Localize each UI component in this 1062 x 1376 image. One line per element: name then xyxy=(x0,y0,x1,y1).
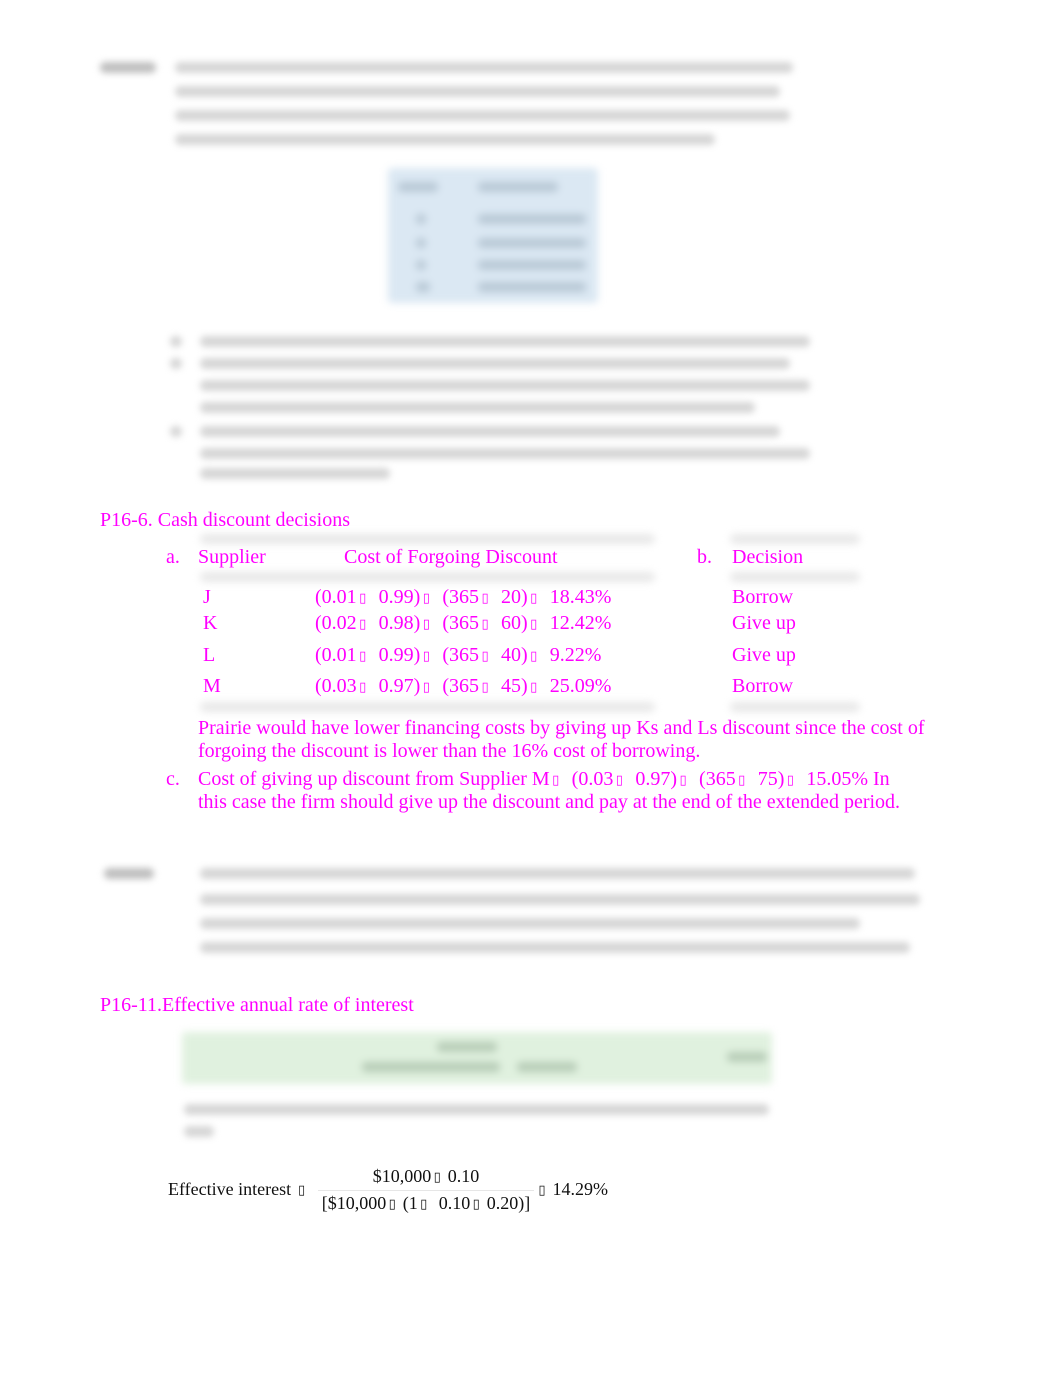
operator-glyph: ▯ xyxy=(552,773,560,788)
cost-formula-cell: (0.01 ▯ 0.99) ▯ (365 ▯ 40) ▯ 9.22% xyxy=(315,644,602,666)
problem-text-line xyxy=(175,134,715,145)
equals-glyph: ▯ xyxy=(298,1183,306,1198)
operator-glyph: ▯ xyxy=(433,1170,441,1185)
problem-label-blur xyxy=(100,62,156,73)
operator-glyph: ▯ xyxy=(530,649,538,664)
operator-glyph: ▯ xyxy=(420,1197,428,1212)
section-heading-p16-11: P16-11.Effective annual rate of interest xyxy=(100,994,414,1016)
cost-formula-cell: (0.03 ▯ 0.97) ▯ (365 ▯ 45) ▯ 25.09% xyxy=(315,675,612,697)
problem-text-line xyxy=(200,942,910,953)
decision-cell: Give up xyxy=(732,644,796,666)
part-a-marker: a. xyxy=(166,546,180,568)
problem-text-line xyxy=(175,86,780,97)
operator-glyph: ▯ xyxy=(422,617,430,632)
equals-glyph: ▯ xyxy=(538,1183,546,1198)
part-c-text: this case the firm should give up the di… xyxy=(198,791,901,813)
column-header-supplier: Supplier xyxy=(198,546,266,568)
operator-glyph: ▯ xyxy=(481,680,489,695)
operator-glyph: ▯ xyxy=(481,591,489,606)
operator-glyph: ▯ xyxy=(530,617,538,632)
problem-label-blur xyxy=(104,868,154,879)
table-rule xyxy=(730,572,860,582)
operator-glyph: ▯ xyxy=(679,773,687,788)
supplier-cell: M xyxy=(203,675,221,697)
operator-glyph: ▯ xyxy=(530,680,538,695)
decision-cell: Give up xyxy=(732,612,796,634)
operator-glyph: ▯ xyxy=(359,617,367,632)
column-header-cost: Cost of Forgoing Discount xyxy=(344,546,558,568)
operator-glyph: ▯ xyxy=(422,591,430,606)
supplier-cell: J xyxy=(203,586,211,608)
part-c-marker: c. xyxy=(166,768,180,790)
supplier-cell: K xyxy=(203,612,218,634)
operator-glyph: ▯ xyxy=(388,1197,396,1212)
problem-text-line xyxy=(200,918,860,929)
operator-glyph: ▯ xyxy=(422,680,430,695)
cost-formula-cell: (0.01 ▯ 0.99) ▯ (365 ▯ 20) ▯ 18.43% xyxy=(315,586,612,608)
table-rule xyxy=(200,534,655,544)
blurred-questions-1 xyxy=(170,330,820,480)
operator-glyph: ▯ xyxy=(472,1197,480,1212)
blurred-problem-statement-2 xyxy=(100,866,930,961)
fraction-numerator: $10,000 ▯ 0.10 xyxy=(372,1166,480,1186)
table-rule xyxy=(200,702,655,712)
part-b-marker: b. xyxy=(697,546,712,568)
part-c-text: Cost of giving up discount from Supplier… xyxy=(198,768,890,790)
operator-glyph: ▯ xyxy=(422,649,430,664)
blurred-problem-statement-1 xyxy=(100,58,800,148)
decision-cell: Borrow xyxy=(732,675,794,697)
problem-text-line xyxy=(200,868,915,879)
table-rule xyxy=(730,702,860,712)
operator-glyph: ▯ xyxy=(481,649,489,664)
operator-glyph: ▯ xyxy=(530,591,538,606)
operator-glyph: ▯ xyxy=(738,773,746,788)
effective-interest-fraction: $10,000 ▯ 0.10 [$10,000 ▯ (1 ▯ 0.10 ▯ 0.20)] xyxy=(318,1166,534,1214)
blurred-loan-table xyxy=(182,1032,772,1084)
formula-label: Effective interest ▯ xyxy=(168,1179,308,1200)
blurred-table-note xyxy=(184,1100,774,1140)
operator-glyph: ▯ xyxy=(615,773,623,788)
blurred-supplier-table xyxy=(388,168,598,303)
operator-glyph: ▯ xyxy=(481,617,489,632)
operator-glyph: ▯ xyxy=(359,649,367,664)
problem-text-line xyxy=(200,894,920,905)
fraction-denominator: [$10,000 ▯ (1 ▯ 0.10 ▯ 0.20)] xyxy=(318,1190,534,1214)
problem-text-line xyxy=(175,62,793,73)
column-header-decision: Decision xyxy=(732,546,804,568)
section-heading-p16-6: P16-6. Cash discount decisions xyxy=(100,509,350,531)
formula-result: ▯ 14.29% xyxy=(536,1179,608,1200)
table-rule xyxy=(200,572,655,582)
cost-formula-cell: (0.02 ▯ 0.98) ▯ (365 ▯ 60) ▯ 12.42% xyxy=(315,612,612,634)
supplier-cell: L xyxy=(203,644,216,666)
table-rule xyxy=(730,534,860,544)
operator-glyph: ▯ xyxy=(359,591,367,606)
explanation-text: Prairie would have lower financing costs… xyxy=(198,717,925,739)
operator-glyph: ▯ xyxy=(786,773,794,788)
explanation-text: forgoing the discount is lower than the … xyxy=(198,740,701,762)
operator-glyph: ▯ xyxy=(359,680,367,695)
problem-text-line xyxy=(175,110,790,121)
decision-cell: Borrow xyxy=(732,586,794,608)
